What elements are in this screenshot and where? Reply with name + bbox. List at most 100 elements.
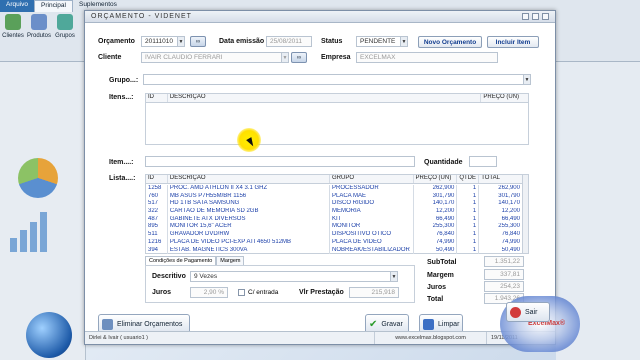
grupo-select[interactable]: ▼ [143, 74, 531, 85]
grupos-label: Grupos [55, 33, 75, 39]
quantidade-label: Quantidade [424, 159, 463, 166]
orcamento-select[interactable]: 20111010 ▼ [141, 36, 185, 47]
status-bar: Dirlei & Ivair ( usuario1 ) www.excelmax… [85, 331, 555, 344]
cell-preco: 255,300 [414, 223, 458, 232]
cell-descricao: PROC. AMD ATHLON II X4 3.1 GHZ [168, 185, 330, 193]
cell-id: 1216 [146, 238, 168, 247]
cell-id: 322 [146, 208, 168, 216]
margem-field: 337,81 [484, 269, 524, 280]
quantidade-field[interactable] [469, 156, 497, 167]
search-cliente-button[interactable]: ∞ [291, 52, 307, 63]
entrada-checkbox[interactable] [238, 289, 245, 296]
table-row[interactable]: 760 MB ASUS P7H55M/BR 1156 PLACA MÃE 301,79… [146, 192, 522, 201]
cell-qtde: 1 [457, 246, 480, 255]
table-row[interactable]: 511 GRAVADOR DVD/RW DISPOSITIVO ÓTICO 76,84… [146, 231, 522, 239]
total-label: Total [427, 296, 444, 303]
cell-grupo: PROCESSADOR [330, 185, 414, 193]
payment-tabs: Condições de Pagamento Margem [145, 256, 245, 265]
item-select[interactable] [145, 156, 415, 167]
background-sidebar [0, 62, 86, 360]
cell-qtde: 1 [457, 185, 480, 193]
cell-descricao: PLACA DE VIDEO PCI-EXP ATI 4650 512MB [168, 238, 330, 247]
lista-grid-header: ID DESCRIÇÃO GRUPO PREÇO (UN) QTDE TOTAL [146, 175, 522, 184]
subtotal-field: 1.351,22 [484, 256, 524, 267]
cell-descricao: MONITOR 15,6" ACER [168, 223, 330, 232]
cell-total: 66,490 [501, 215, 520, 222]
data-emissao-field[interactable]: 25/08/2011 [266, 36, 312, 47]
cliente-field[interactable]: IVAIR CLAUDIO FERRARI ▼ [141, 52, 289, 63]
cell-descricao: MB ASUS P7H55M/BR 1156 [168, 192, 330, 201]
descritivo-value: 9 Vezes [194, 273, 218, 280]
clientes-tool[interactable]: Clientes [1, 14, 25, 39]
broom-icon [423, 318, 434, 330]
status-select[interactable]: PENDENTE ▼ [356, 36, 408, 47]
chevron-down-icon: ▼ [177, 37, 184, 46]
cell-total: 140,170 [498, 200, 520, 207]
payment-panel: Descritivo 9 Vezes ▼ Juros 2,90 % C/ ent… [145, 265, 415, 303]
empresa-label: Empresa [321, 54, 351, 61]
cell-id: 1258 [146, 185, 168, 193]
table-row[interactable]: 895 MONITOR 15,6" ACER MONITOR 255,300 1 255,… [146, 223, 522, 232]
grupos-tool[interactable]: Grupos [53, 14, 77, 39]
sair-label: Sair [525, 308, 538, 316]
clientes-label: Clientes [2, 33, 24, 39]
cell-qtde: 1 [457, 238, 480, 247]
close-button[interactable] [542, 13, 549, 20]
item-label: Item....: [109, 159, 134, 166]
tab-margem[interactable]: Margem [216, 256, 245, 265]
ribbon-tools: Clientes Produtos Grupos [0, 14, 77, 39]
cell-total: 301,790 [498, 192, 520, 199]
cell-preco: 301,790 [414, 192, 458, 201]
chevron-down-icon: ▼ [390, 272, 397, 281]
col-id: ID [146, 94, 168, 102]
empresa-field[interactable]: EXCELMAX [356, 52, 498, 63]
cell-id: 760 [146, 192, 168, 201]
tab-principal[interactable]: Principal [34, 0, 73, 12]
table-row[interactable]: 322 CARTÃO DE MEMÓRIA SD 2GB MEMÓRIA 12,200… [146, 208, 522, 216]
table-row[interactable]: 487 GABINETE ATX DIVERSOS KIT 66,490 1 66,490 [146, 215, 522, 224]
itens-grid-header: ID DESCRIÇÃO PREÇO (UN) [146, 94, 528, 103]
novo-orcamento-button[interactable]: Novo Orçamento [418, 36, 482, 48]
status-site: www.excelmax.blogspot.com [375, 332, 487, 344]
produtos-tool[interactable]: Produtos [27, 14, 51, 39]
cell-qtde: 1 [457, 231, 480, 239]
lista-scrollbar[interactable] [522, 175, 528, 253]
cell-qtde: 1 [457, 192, 480, 201]
search-orcamento-button[interactable]: ∞ [190, 36, 206, 47]
grupos-icon [57, 14, 73, 30]
subtotal-label: SubTotal [427, 259, 457, 266]
clientes-icon [5, 14, 21, 30]
maximize-button[interactable] [532, 13, 539, 20]
cell-descricao: GABINETE ATX DIVERSOS [168, 215, 330, 224]
prestacao-field[interactable]: 215,918 [349, 287, 399, 298]
cell-grupo: DISPOSITIVO ÓTICO [330, 231, 414, 239]
table-row[interactable]: 1216 PLACA DE VIDEO PCI-EXP ATI 4650 512M… [146, 238, 522, 247]
itens-grid[interactable]: ID DESCRIÇÃO PREÇO (UN) [145, 93, 529, 145]
bar-chart-decoration [10, 212, 47, 252]
minimize-button[interactable] [522, 13, 529, 20]
checkmark-icon: ✔ [369, 318, 378, 330]
incluir-item-button[interactable]: Incluir Item [487, 36, 539, 48]
juros-field[interactable]: 2,90 % [190, 287, 228, 298]
cell-descricao: HD 1TB SATA SAMSUNG [168, 200, 330, 209]
cliente-label: Cliente [98, 54, 122, 61]
tab-condicoes-pagamento[interactable]: Condições de Pagamento [145, 256, 217, 265]
cell-total: 74,990 [501, 238, 520, 245]
lista-grid[interactable]: ID DESCRIÇÃO GRUPO PREÇO (UN) QTDE TOTAL… [145, 174, 529, 255]
table-row[interactable]: 394 ESTAB. MAGNETICS 300VA NOBREAK/ESTABIL… [146, 246, 522, 255]
chevron-down-icon: ▼ [400, 37, 407, 46]
cell-descricao: CARTÃO DE MEMÓRIA SD 2GB [168, 208, 330, 216]
descritivo-select[interactable]: 9 Vezes ▼ [190, 271, 398, 282]
tab-arquivo[interactable]: Arquivo [0, 0, 35, 12]
sair-button[interactable]: Sair [506, 302, 550, 322]
lista-rows: 1258 PROC. AMD ATHLON II X4 3.1 GHZ PROCES… [146, 185, 522, 255]
gravar-label: Gravar [381, 320, 403, 328]
table-row[interactable]: 1258 PROC. AMD ATHLON II X4 3.1 GHZ PROCES… [146, 185, 522, 193]
data-emissao-label: Data emissão [219, 38, 265, 45]
cell-grupo: PLACA MÃE [330, 192, 414, 201]
totals-juros-field: 254,23 [484, 281, 524, 292]
descritivo-label: Descritivo [152, 273, 186, 280]
cell-preco: 262,900 [414, 185, 458, 193]
table-row[interactable]: 517 HD 1TB SATA SAMSUNG DISCO RÍGIDO 140,17… [146, 200, 522, 209]
cell-preco: 74,990 [414, 238, 458, 247]
